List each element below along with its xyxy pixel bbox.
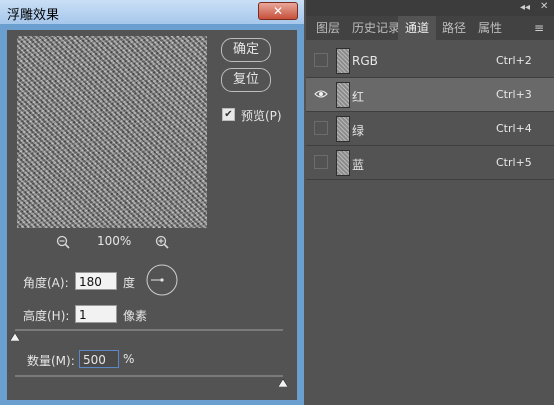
amount-slider-track[interactable]: [15, 375, 283, 377]
channel-shortcut: Ctrl+4: [496, 122, 532, 135]
channel-thumbnail: [336, 48, 350, 74]
visibility-toggle[interactable]: [314, 121, 328, 135]
checkmark-icon: ✔: [224, 109, 233, 120]
channel-row-red[interactable]: 红 Ctrl+3: [306, 78, 554, 112]
tab-properties[interactable]: 属性: [478, 16, 504, 40]
angle-unit: 度: [123, 276, 136, 290]
channel-name: RGB: [352, 54, 378, 68]
panel-menu-icon[interactable]: ≡: [534, 21, 544, 35]
zoom-level: 100%: [97, 234, 132, 248]
dialog-close-button[interactable]: ✕: [258, 2, 298, 20]
amount-input[interactable]: 500: [79, 350, 119, 368]
height-unit: 像素: [123, 309, 148, 323]
angle-input[interactable]: 180: [75, 272, 117, 290]
amount-label: 数量(M):: [27, 354, 75, 368]
panel-topbar: ◂◂ ✕: [306, 0, 554, 16]
dialog-titlebar[interactable]: 浮雕效果 ✕: [0, 0, 304, 24]
emboss-dialog: 浮雕效果 ✕ 确定 复位 ✔ 预览(P) 100% 角度(A): 180 度 高…: [0, 0, 304, 405]
close-panel-icon[interactable]: ✕: [540, 1, 548, 12]
zoom-out-icon[interactable]: [56, 235, 70, 249]
visibility-toggle[interactable]: [314, 155, 328, 169]
channel-shortcut: Ctrl+2: [496, 54, 532, 67]
zoom-in-icon[interactable]: [155, 235, 169, 249]
tab-paths[interactable]: 路径: [442, 16, 468, 40]
angle-dial[interactable]: [146, 264, 178, 296]
amount-slider-thumb[interactable]: [278, 379, 288, 387]
collapse-panel-icon[interactable]: ◂◂: [520, 2, 530, 13]
channel-shortcut: Ctrl+5: [496, 156, 532, 169]
channel-name: 红: [352, 90, 365, 104]
preview-label: 预览(P): [241, 109, 282, 123]
channels-panel: ◂◂ ✕ 图层 历史记录 通道 路径 属性 ≡ RGB Ctrl+2 红 Ctr…: [306, 0, 554, 405]
visibility-toggle[interactable]: [314, 53, 328, 67]
channel-row-green[interactable]: 绿 Ctrl+4: [306, 112, 554, 146]
height-input[interactable]: 1: [75, 305, 117, 323]
angle-label: 角度(A):: [23, 276, 69, 290]
channel-name: 蓝: [352, 158, 365, 172]
channel-row-blue[interactable]: 蓝 Ctrl+5: [306, 146, 554, 180]
height-slider-thumb[interactable]: [10, 333, 20, 341]
emboss-preview-image[interactable]: [17, 36, 207, 228]
preview-checkbox[interactable]: ✔: [222, 108, 235, 121]
amount-unit: %: [123, 352, 135, 366]
height-label: 高度(H):: [23, 309, 70, 323]
dialog-title: 浮雕效果: [7, 8, 60, 23]
tab-channels[interactable]: 通道: [398, 16, 436, 40]
channel-shortcut: Ctrl+3: [496, 88, 532, 101]
height-slider-track[interactable]: [15, 329, 283, 331]
channel-row-rgb[interactable]: RGB Ctrl+2: [306, 44, 554, 78]
channel-thumbnail: [336, 82, 350, 108]
channel-thumbnail: [336, 116, 350, 142]
dialog-body: 确定 复位 ✔ 预览(P) 100% 角度(A): 180 度 高度(H): 1…: [7, 30, 297, 400]
tab-history[interactable]: 历史记录: [352, 16, 404, 40]
panel-tabbar: 图层 历史记录 通道 路径 属性 ≡: [306, 16, 554, 40]
reset-button[interactable]: 复位: [221, 68, 271, 92]
tab-layers[interactable]: 图层: [316, 16, 342, 40]
channel-name: 绿: [352, 124, 365, 138]
ok-button[interactable]: 确定: [221, 38, 271, 62]
channel-thumbnail: [336, 150, 350, 176]
eye-icon[interactable]: [314, 87, 328, 101]
